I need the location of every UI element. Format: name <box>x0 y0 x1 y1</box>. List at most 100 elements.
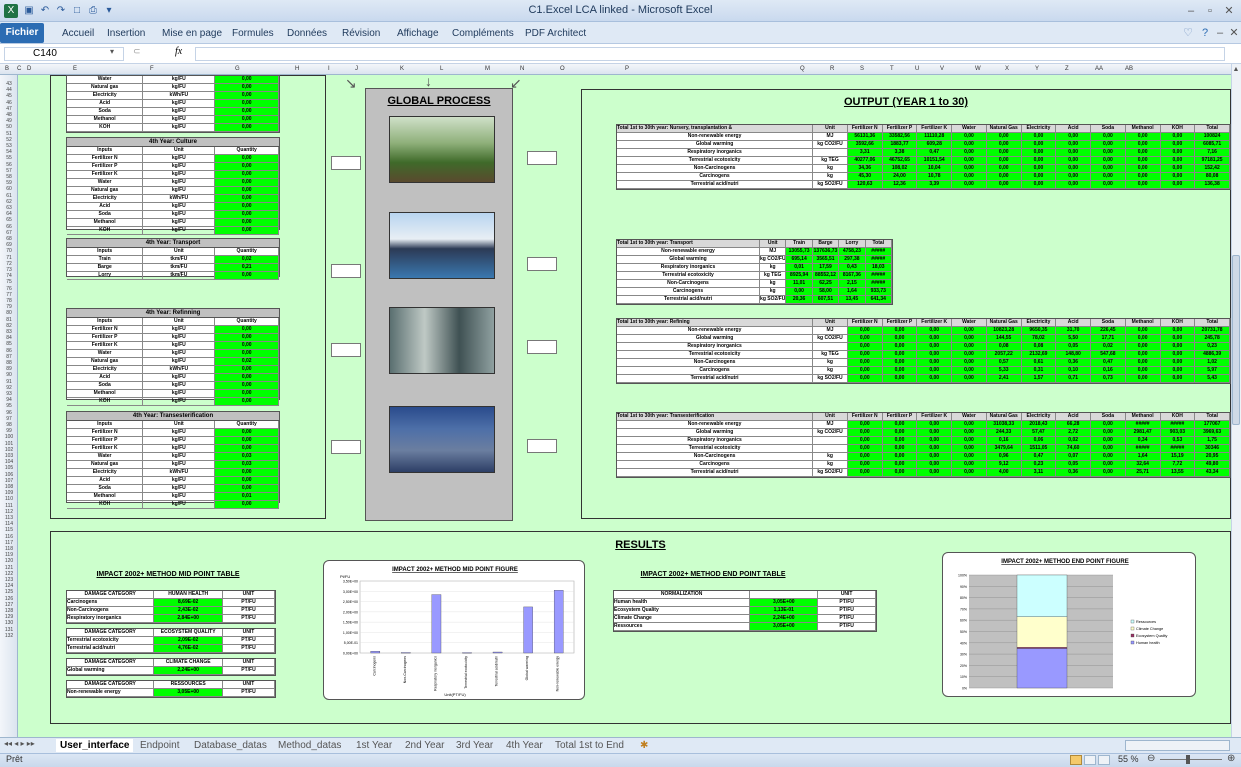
table-cell[interactable]: PT/FU <box>223 689 275 696</box>
table-cell[interactable]: 0,00 <box>882 367 918 374</box>
table-cell[interactable]: 4,00 <box>986 469 1022 476</box>
table-cell[interactable]: 0,00 <box>952 173 987 180</box>
table-cell[interactable]: 0,00 <box>1160 133 1196 140</box>
table-cell[interactable]: 0,00 <box>952 461 987 468</box>
table-cell[interactable]: 5,97 <box>1195 367 1230 374</box>
table-cell[interactable]: kg/FU <box>143 334 216 341</box>
table-cell[interactable]: PT/FU <box>223 667 275 674</box>
table-cell[interactable]: 0,00 <box>952 149 987 156</box>
table-cell[interactable]: 0,00 <box>986 157 1022 164</box>
row-number[interactable]: 57 <box>0 168 18 174</box>
table-cell[interactable]: 9,12 <box>986 461 1022 468</box>
table-cell[interactable]: 3565,51 <box>812 256 840 263</box>
table-cell[interactable]: 0,00 <box>1056 141 1092 148</box>
column-label[interactable]: C <box>17 66 21 72</box>
insert-sheet-icon[interactable]: ✱ <box>640 739 648 752</box>
table-cell[interactable]: 0,00 <box>917 359 953 366</box>
table-cell[interactable]: 58,00 <box>812 288 840 295</box>
table-cell[interactable]: Electricity <box>67 366 144 373</box>
table-cell[interactable]: 0,00 <box>1021 173 1057 180</box>
table-cell[interactable]: 0,00 <box>215 350 279 357</box>
table-cell[interactable]: 152,42 <box>1195 165 1230 172</box>
row-number[interactable]: 109 <box>0 490 18 496</box>
table-cell[interactable]: 297,38 <box>839 256 866 263</box>
table-cell[interactable]: 34,36 <box>847 165 883 172</box>
table-cell[interactable]: kg/FU <box>143 219 216 226</box>
table-cell[interactable]: 0,00 <box>1160 173 1196 180</box>
table-cell[interactable]: PT/FU <box>223 615 275 622</box>
table-cell[interactable]: 0,00 <box>1160 359 1196 366</box>
table-cell[interactable]: 12,36 <box>882 181 918 188</box>
table-cell[interactable]: 0,61 <box>1021 359 1057 366</box>
worksheet[interactable]: Water kg/FU 0,00 Natural gas kg/FU 0,00 Electr… <box>18 73 1231 737</box>
table-cell[interactable]: 2,15 <box>839 280 866 287</box>
table-cell[interactable]: 0,00 <box>215 366 279 373</box>
table-cell[interactable]: 45,30 <box>847 173 883 180</box>
table-cell[interactable]: 30346 <box>1195 445 1230 452</box>
table-cell[interactable]: kWh/FU <box>143 366 216 373</box>
table-cell[interactable]: 0,00 <box>215 382 279 389</box>
table-cell[interactable]: 2132,69 <box>1021 351 1057 358</box>
row-number[interactable]: 122 <box>0 571 18 577</box>
sheet-tab-total[interactable]: Total 1st to End <box>555 739 624 752</box>
row-number[interactable]: 115 <box>0 527 18 533</box>
tab-formules[interactable]: Formules <box>232 26 274 42</box>
table-cell[interactable]: 0,00 <box>952 367 987 374</box>
row-number[interactable]: 124 <box>0 583 18 589</box>
table-cell[interactable]: 0,71 <box>1056 375 1092 382</box>
table-cell[interactable]: 18,03 <box>865 264 892 271</box>
row-number[interactable]: 52 <box>0 137 18 143</box>
row-number[interactable]: 88 <box>0 360 18 366</box>
table-cell[interactable]: Terrestrial acid/nutri <box>617 469 814 476</box>
table-cell[interactable]: kg SO2/FU <box>813 469 848 476</box>
table-cell[interactable]: 0,00 <box>882 351 918 358</box>
table-cell[interactable]: MJ <box>813 327 848 334</box>
row-number[interactable]: 73 <box>0 267 18 273</box>
table-cell[interactable]: 0,00 <box>847 445 883 452</box>
row-number[interactable]: 95 <box>0 403 18 409</box>
page-layout-view-icon[interactable] <box>1084 755 1096 765</box>
table-cell[interactable]: 31,70 <box>1056 327 1092 334</box>
table-cell[interactable]: Soda <box>67 485 144 492</box>
table-cell[interactable]: 0,00 <box>986 181 1022 188</box>
table-cell[interactable]: 46752,65 <box>882 157 918 164</box>
row-number[interactable]: 132 <box>0 633 18 639</box>
zoom-in-icon[interactable]: ⊕ <box>1227 753 1235 764</box>
table-cell[interactable]: Barge <box>67 264 144 271</box>
table-cell[interactable]: Methanol <box>67 390 144 397</box>
column-label[interactable]: T <box>890 66 894 72</box>
table-cell[interactable]: Acid <box>67 203 144 210</box>
row-number[interactable]: 104 <box>0 459 18 465</box>
table-cell[interactable]: 0,00 <box>1160 157 1196 164</box>
table-cell[interactable]: 0,00 <box>215 100 279 107</box>
table-cell[interactable]: 0,00 <box>215 195 279 202</box>
table-cell[interactable]: kg CO2/FU <box>760 256 787 263</box>
table-cell[interactable]: 0,05 <box>1056 343 1092 350</box>
row-number[interactable]: 53 <box>0 143 18 149</box>
sheet-tab-database-datas[interactable]: Database_datas <box>194 739 267 752</box>
table-cell[interactable]: Global warming <box>617 335 814 342</box>
table-cell[interactable]: KOH <box>67 398 144 405</box>
row-number[interactable]: 82 <box>0 323 18 329</box>
table-cell[interactable]: Acid <box>67 477 144 484</box>
table-cell[interactable]: 0,00 <box>1091 173 1126 180</box>
table-cell[interactable]: kg/FU <box>143 163 216 170</box>
row-number[interactable]: 91 <box>0 379 18 385</box>
table-cell[interactable]: 2018,43 <box>1021 421 1057 428</box>
table-cell[interactable]: 10151,54 <box>917 157 953 164</box>
table-cell[interactable]: 0,08 <box>986 343 1022 350</box>
table-cell[interactable]: 641,34 <box>865 296 892 303</box>
table-cell[interactable]: 0,00 <box>215 485 279 492</box>
table-cell[interactable]: Lorry <box>67 272 144 279</box>
table-cell[interactable]: 0,00 <box>1160 181 1196 188</box>
table-cell[interactable]: 0,00 <box>1021 141 1057 148</box>
row-number[interactable]: 48 <box>0 112 18 118</box>
table-cell[interactable]: kg/FU <box>143 374 216 381</box>
table-cell[interactable]: 11,01 <box>786 280 813 287</box>
row-number[interactable]: 120 <box>0 558 18 564</box>
scroll-up-icon[interactable]: ▲ <box>1231 66 1241 73</box>
table-cell[interactable]: 0,00 <box>986 141 1022 148</box>
row-number[interactable]: 72 <box>0 261 18 267</box>
table-cell[interactable]: kg/FU <box>143 461 216 468</box>
table-cell[interactable]: 0,02 <box>215 358 279 365</box>
